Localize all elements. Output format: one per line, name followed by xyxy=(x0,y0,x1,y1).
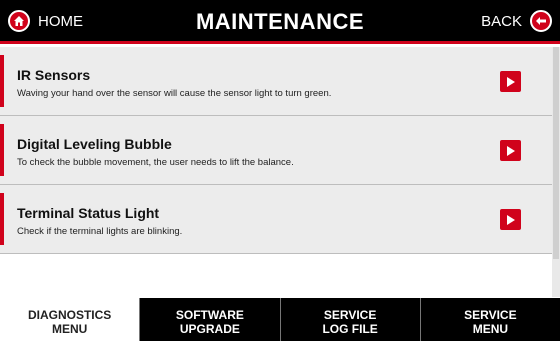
home-button[interactable]: HOME xyxy=(8,6,83,36)
play-icon[interactable] xyxy=(500,71,521,92)
maintenance-list: IR Sensors Waving your hand over the sen… xyxy=(0,47,552,254)
scrollbar-thumb[interactable] xyxy=(553,47,559,259)
item-accent-bar xyxy=(0,193,4,245)
tab-software-upgrade[interactable]: SOFTWARE UPGRADE xyxy=(139,298,280,341)
list-scrollbar[interactable] xyxy=(552,47,560,297)
list-item-terminal-status-light[interactable]: Terminal Status Light Check if the termi… xyxy=(0,185,552,254)
top-bar: HOME MAINTENANCE BACK xyxy=(0,0,560,44)
bottom-tab-bar: DIAGNOSTICS MENU SOFTWARE UPGRADE SERVIC… xyxy=(0,298,560,341)
item-title: Digital Leveling Bubble xyxy=(17,136,172,152)
back-label: BACK xyxy=(481,12,522,30)
page-title: MAINTENANCE xyxy=(195,9,365,34)
item-accent-bar xyxy=(0,55,4,107)
back-button[interactable]: BACK xyxy=(481,6,552,36)
item-description: Waving your hand over the sensor will ca… xyxy=(17,88,332,99)
item-title: Terminal Status Light xyxy=(17,205,160,221)
play-icon[interactable] xyxy=(500,140,521,161)
tab-diagnostics-menu[interactable]: DIAGNOSTICS MENU xyxy=(0,298,140,341)
home-label: HOME xyxy=(38,12,83,30)
header-divider xyxy=(0,41,560,44)
list-item-ir-sensors[interactable]: IR Sensors Waving your hand over the sen… xyxy=(0,47,552,116)
item-accent-bar xyxy=(0,124,4,176)
tab-label: DIAGNOSTICS MENU xyxy=(27,307,112,336)
tab-label: SERVICE LOG FILE xyxy=(322,307,378,336)
play-icon[interactable] xyxy=(500,209,521,230)
tab-service-log-file[interactable]: SERVICE LOG FILE xyxy=(279,298,420,341)
tab-label: SOFTWARE UPGRADE xyxy=(175,307,244,336)
tab-label: SERVICE MENU xyxy=(464,307,517,336)
item-description: Check if the terminal lights are blinkin… xyxy=(17,226,183,237)
list-item-digital-leveling-bubble[interactable]: Digital Leveling Bubble To check the bub… xyxy=(0,116,552,185)
item-title: IR Sensors xyxy=(17,67,91,83)
back-arrow-icon xyxy=(530,10,552,32)
home-icon xyxy=(8,10,30,32)
tab-service-menu[interactable]: SERVICE MENU xyxy=(419,298,560,341)
item-description: To check the bubble movement, the user n… xyxy=(17,157,294,168)
